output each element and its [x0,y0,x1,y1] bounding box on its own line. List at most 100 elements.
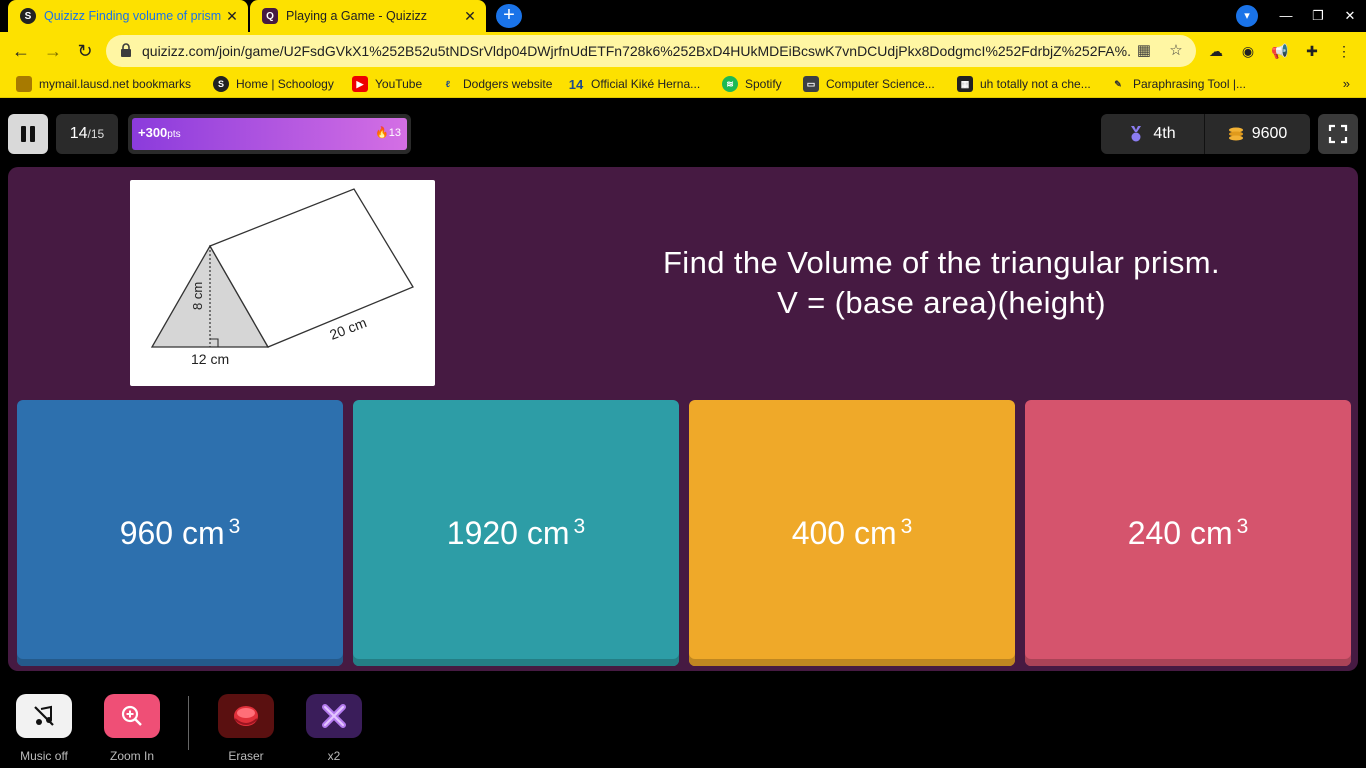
pencil-icon: ✎ [1114,78,1122,89]
grid-icon: ▦ [957,76,973,92]
game-area: 14/15 +300pts 🔥13 4th 9600 8 cm 12 cm 20… [0,98,1366,768]
streak-points: +300pts [138,125,181,140]
restore-icon[interactable]: ❐ [1302,0,1334,32]
rank-display: 4th [1101,114,1205,154]
folder-icon [16,76,32,92]
address-bar[interactable]: quizizz.com/join/game/U2FsdGVkX1%252B52u… [106,35,1196,67]
pause-button[interactable] [8,114,48,154]
coins-icon [1228,127,1243,141]
rank-score-box: 4th 9600 [1101,114,1310,154]
new-tab-button[interactable]: + [496,4,522,28]
tab-playing-a-game[interactable]: Q Playing a Game - Quizizz ✕ [250,0,486,32]
rank-value: 4th [1153,125,1176,142]
zoom-in-button[interactable]: Zoom In [103,694,161,763]
bookmark-youtube[interactable]: ▶ YouTube [352,70,422,98]
back-icon[interactable]: ← [8,38,34,64]
forward-icon[interactable]: → [40,38,66,64]
eraser-powerup-button[interactable]: Eraser [217,694,275,763]
powerup-label: Eraser [228,749,264,763]
question-counter: 14/15 [56,114,118,154]
powerup-label: Zoom In [109,749,154,763]
bookmark-label: YouTube [375,77,423,91]
bookmark-label: Dodgers website [463,77,553,91]
option-value: 960 cm [119,514,225,551]
option-exponent: 3 [1236,515,1249,538]
base-label: 12 cm [191,351,229,367]
pause-icon [21,126,26,142]
qr-code-icon[interactable]: ▦ [1134,41,1154,61]
tab-title: Quizizz Finding volume of prism [44,9,222,23]
reload-icon[interactable]: ↻ [72,38,98,64]
bookmark-label: Computer Science... [826,77,935,91]
bookmark-label: Official Kiké Herna... [591,77,701,91]
bookmark-star-icon[interactable]: ☆ [1166,41,1186,61]
more-bookmarks-icon[interactable]: » [1343,76,1350,91]
extension-megaphone-icon[interactable]: 📢 [1270,41,1290,61]
question-number: 14 [69,125,88,142]
bookmark-uh-totally[interactable]: ▦ uh totally not a che... [957,70,1091,98]
bookmark-dodgers[interactable]: ℓ Dodgers website [440,70,553,98]
chevron-down-icon[interactable]: ▾ [1236,5,1258,27]
answer-option-2[interactable]: 1920 cm 3 [353,400,679,666]
powerups-divider [188,696,189,750]
close-window-icon[interactable]: ✕ [1334,0,1366,32]
answer-option-4[interactable]: 240 cm 3 [1025,400,1351,666]
extensions-puzzle-icon[interactable]: ✚ [1302,41,1322,61]
double-points-powerup-button[interactable]: x2 [305,694,363,763]
close-tab-icon[interactable]: ✕ [222,8,242,25]
spotify-icon: ≋ [722,76,738,92]
extension-cloud-icon[interactable]: ☁ [1206,41,1226,61]
medal-icon [1131,126,1142,142]
powerup-label: x2 [327,749,341,763]
bookmark-label: Home | Schoology [236,77,334,91]
bookmark-label: mymail.lausd.net bookmarks [39,77,192,91]
bookmark-label: uh totally not a che... [980,77,1091,91]
quizizz-icon: Q [262,8,278,24]
answer-option-3[interactable]: 400 cm 3 [689,400,1015,666]
minimize-icon[interactable]: — [1270,0,1302,32]
fullscreen-button[interactable] [1318,114,1358,154]
streak-count: 13 [388,127,401,139]
streak-bar-fill: +300pts 🔥13 [132,118,407,150]
question-total: /15 [87,127,105,141]
double-points-icon [306,694,362,738]
dodgers-icon: ℓ [445,79,451,89]
classroom-icon: ▭ [803,76,819,92]
bookmarks-bar: mymail.lausd.net bookmarks S Home | Scho… [0,70,1366,98]
extension-circle-icon[interactable]: ◉ [1238,41,1258,61]
close-tab-icon[interactable]: ✕ [460,8,480,25]
bookmark-label: Paraphrasing Tool |... [1133,77,1246,91]
tab-title: Playing a Game - Quizizz [286,9,428,23]
powerup-label: Music off [20,749,68,763]
question-line-2: V = (base area)(height) [777,285,1106,320]
question-image[interactable]: 8 cm 12 cm 20 cm [130,180,435,386]
browser-tab-strip: S Quizizz Finding volume of prism ✕ Q Pl… [0,0,1366,32]
bookmark-schoology[interactable]: S Home | Schoology [213,70,334,98]
answer-option-1[interactable]: 960 cm 3 [17,400,343,666]
schoology-icon: S [20,8,36,24]
bookmark-mymail[interactable]: mymail.lausd.net bookmarks [16,70,191,98]
streak-bar: +300pts 🔥13 [128,114,411,154]
score-value: 9600 [1251,125,1288,142]
option-value: 1920 cm [446,514,570,551]
music-off-button[interactable]: Music off [15,694,73,763]
kike-icon: 14 [568,76,584,92]
browser-toolbar: ← → ↻ quizizz.com/join/game/U2FsdGVkX1%2… [0,32,1366,70]
option-value: 240 cm [1127,514,1233,551]
bookmark-paraphrasing[interactable]: ✎ Paraphrasing Tool |... [1110,70,1246,98]
tab-quizizz-finding-volume[interactable]: S Quizizz Finding volume of prism ✕ [8,0,248,32]
eraser-icon [218,694,274,738]
powerups-bar: Music off Zoom In Eraser x2 [0,694,400,764]
option-exponent: 3 [228,515,241,538]
bookmark-spotify[interactable]: ≋ Spotify [722,70,782,98]
question-panel: 8 cm 12 cm 20 cm Find the Volume of the … [8,167,1358,671]
streak-flame: 🔥13 [375,127,401,139]
bookmark-computer-science[interactable]: ▭ Computer Science... [803,70,935,98]
option-value: 400 cm [791,514,897,551]
pause-icon [30,126,35,142]
bookmark-kike[interactable]: 14 Official Kiké Herna... [568,70,700,98]
menu-kebab-icon[interactable]: ⋮ [1334,41,1354,61]
lock-icon [121,43,131,57]
fullscreen-icon [1328,124,1348,144]
option-exponent: 3 [573,515,586,538]
